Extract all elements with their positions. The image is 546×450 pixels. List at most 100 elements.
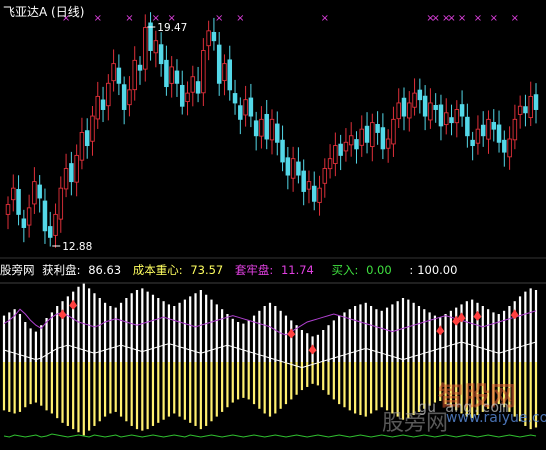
candle-body: [5, 204, 11, 215]
extra-value: 100.00: [417, 263, 458, 277]
candle-body: [338, 143, 343, 156]
candle-body: [417, 89, 423, 101]
candle-body: [164, 59, 169, 88]
candle-body: [69, 163, 74, 183]
candle-body: [396, 102, 401, 120]
candle-body: [201, 50, 206, 94]
candle-body: [517, 105, 523, 115]
candle-body: [475, 128, 481, 144]
signal-marker: ×: [490, 13, 498, 24]
candle-body: [359, 128, 365, 146]
candle-body: [375, 124, 380, 133]
candle-body: [158, 44, 164, 65]
candle-body: [227, 59, 233, 91]
candle-body: [90, 115, 95, 142]
buy-value: 0.00: [366, 263, 392, 277]
candle-body: [16, 188, 21, 215]
signal-marker: ×: [511, 13, 519, 24]
candle-body: [185, 92, 190, 103]
candle-body: [84, 130, 90, 147]
candle-body: [512, 118, 518, 141]
candle-body: [459, 104, 465, 117]
candle-body: [275, 123, 280, 143]
cost-label-text: 成本重心:: [132, 263, 183, 277]
site-label: 股旁网: [0, 263, 35, 277]
cost-value: 73.57: [190, 263, 224, 277]
candle-body: [470, 139, 475, 147]
signal-marker: ×: [447, 13, 455, 24]
candle-body: [343, 141, 349, 152]
chart-title: 飞亚达A (日线): [3, 3, 84, 20]
candle-body: [449, 117, 454, 124]
candle-body: [370, 122, 375, 148]
profit-label-text: 获利盘:: [42, 263, 81, 277]
candle-body: [380, 127, 386, 150]
candle-body: [385, 138, 391, 149]
candle-body: [317, 187, 322, 203]
signal-marker: ×: [458, 13, 466, 24]
candle-body: [143, 27, 148, 70]
candle-body: [407, 102, 412, 119]
trapped-label: 套牢盘: 11.74: [235, 263, 318, 277]
buy-label-text: 买入:: [331, 263, 359, 277]
candle-body: [137, 64, 143, 71]
candle-body: [238, 105, 243, 120]
candle-body: [79, 132, 85, 161]
candle-body: [412, 92, 417, 108]
candle-body: [74, 154, 79, 183]
brand-url-watermark: www.raiyue.com: [446, 410, 546, 426]
candle-body: [26, 207, 32, 226]
candle-body: [179, 84, 185, 107]
signal-marker: ×: [431, 13, 439, 24]
candle-body: [507, 138, 512, 158]
candle-body: [53, 213, 58, 236]
candle-body: [280, 139, 285, 163]
candle-body: [206, 30, 211, 47]
candle-body: [428, 102, 433, 121]
candle-body: [290, 158, 296, 179]
candle-body: [100, 99, 106, 110]
period-label: (日线): [51, 5, 85, 19]
candle-body: [47, 226, 53, 238]
trapped-value: 11.74: [280, 263, 314, 277]
candle-body: [232, 93, 238, 104]
candle-body: [195, 81, 201, 94]
signal-marker: ×: [125, 13, 133, 24]
candle-body: [301, 170, 306, 192]
profit-value: 86.63: [88, 263, 122, 277]
candle-body: [106, 82, 111, 107]
trapped-label-text: 套牢盘:: [234, 263, 274, 277]
signal-marker: ×: [236, 13, 244, 24]
candle-body: [211, 31, 217, 42]
candle-body: [253, 120, 259, 137]
candle-body: [58, 187, 64, 220]
candle-body: [264, 113, 269, 140]
candle-body: [348, 135, 354, 146]
candle-body: [216, 44, 222, 84]
candle-body: [422, 95, 428, 117]
candle-body: [190, 76, 196, 93]
buy-arrow-marker: [308, 344, 317, 355]
buy-arrow-marker: [58, 309, 67, 320]
candle-body: [259, 118, 264, 137]
candle-body: [465, 116, 470, 137]
candle-body: [454, 109, 460, 124]
buy-label: 买入: 0.00: [332, 263, 396, 277]
stock-name: 飞亚达A: [3, 5, 48, 19]
candle-body: [496, 124, 502, 143]
candle-body: [433, 104, 438, 110]
candle-body: [116, 67, 122, 84]
buy-arrow-marker: [473, 310, 482, 321]
candle-body: [132, 59, 137, 91]
candle-body: [63, 168, 69, 190]
candle-body: [111, 63, 116, 82]
candle-body: [222, 63, 227, 82]
indicator-legend: 股旁网 获利盘: 86.63 成本重心: 73.57 套牢盘: 11.74 买入…: [0, 262, 465, 278]
candle-body: [528, 95, 533, 119]
candle-body: [327, 158, 333, 170]
candle-body: [502, 139, 507, 153]
extra-label: :100.00: [409, 263, 461, 277]
candle-body: [322, 168, 328, 184]
profit-label: 获利盘: 86.63: [42, 263, 125, 277]
extra-label-text: :: [409, 263, 414, 277]
